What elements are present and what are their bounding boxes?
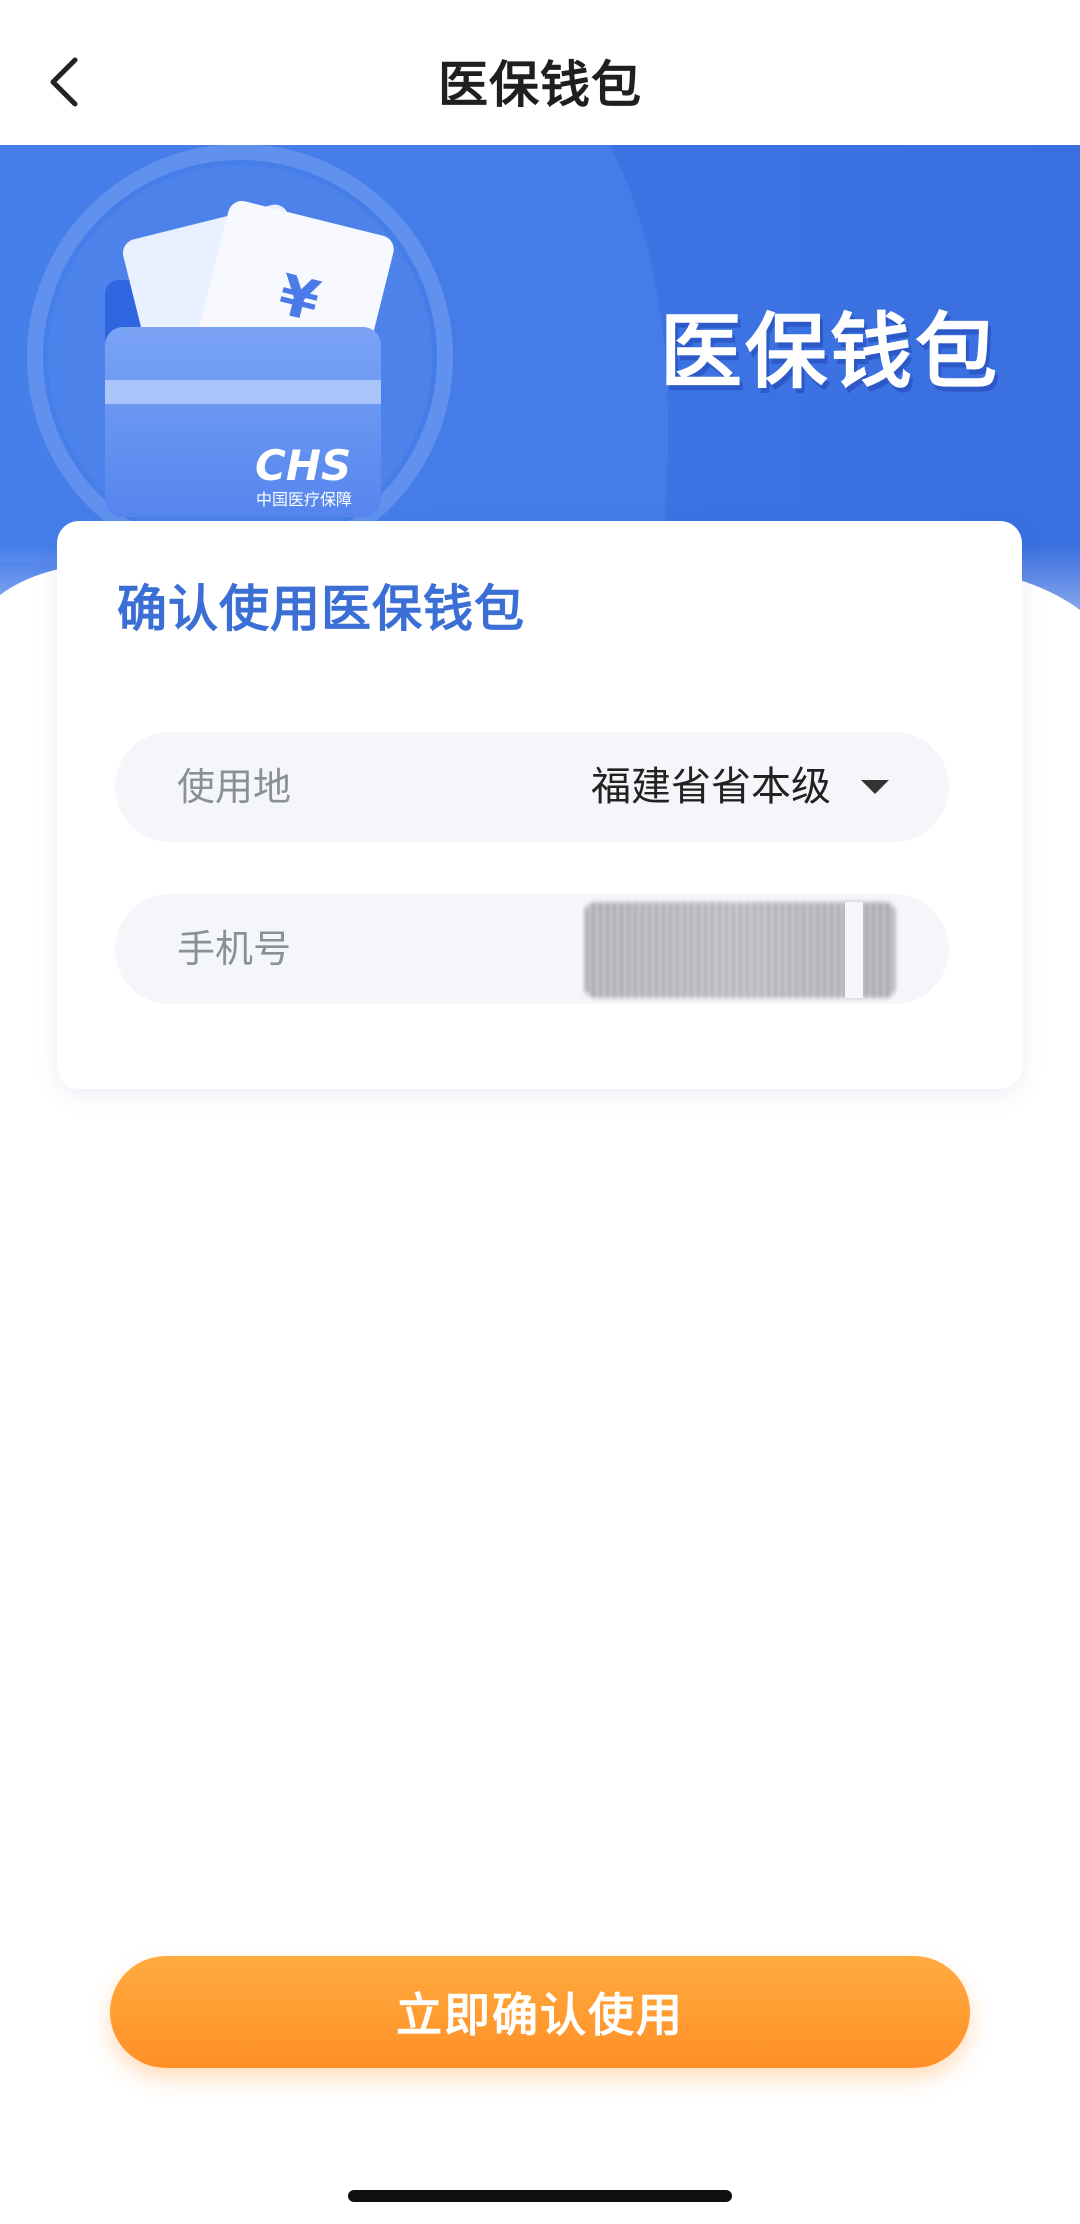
phone-label: 手机号: [177, 927, 292, 971]
location-select[interactable]: 使用地 福建省省本级: [115, 732, 949, 842]
banner-title: 医保钱包: [659, 305, 1000, 400]
confirm-use-button[interactable]: 立即确认使用: [110, 1956, 970, 2068]
page-title: 医保钱包: [438, 56, 642, 114]
nav-bar: 医保钱包: [0, 0, 1080, 145]
phone-field: 手机号: [115, 894, 949, 1004]
chs-logo-text: CHS: [255, 441, 351, 490]
location-label: 使用地: [177, 765, 292, 809]
location-value: 福建省省本级: [591, 764, 831, 810]
wallet-card-icon: ¥ CHS 中国医疗保障: [105, 200, 394, 517]
card-heading: 确认使用医保钱包: [117, 580, 525, 638]
caret-down-icon: [861, 780, 889, 794]
home-indicator: [348, 2190, 732, 2202]
chs-logo-subtext: 中国医疗保障: [256, 490, 352, 509]
confirm-card: 确认使用医保钱包 使用地 福建省省本级 手机号: [57, 521, 1022, 1089]
